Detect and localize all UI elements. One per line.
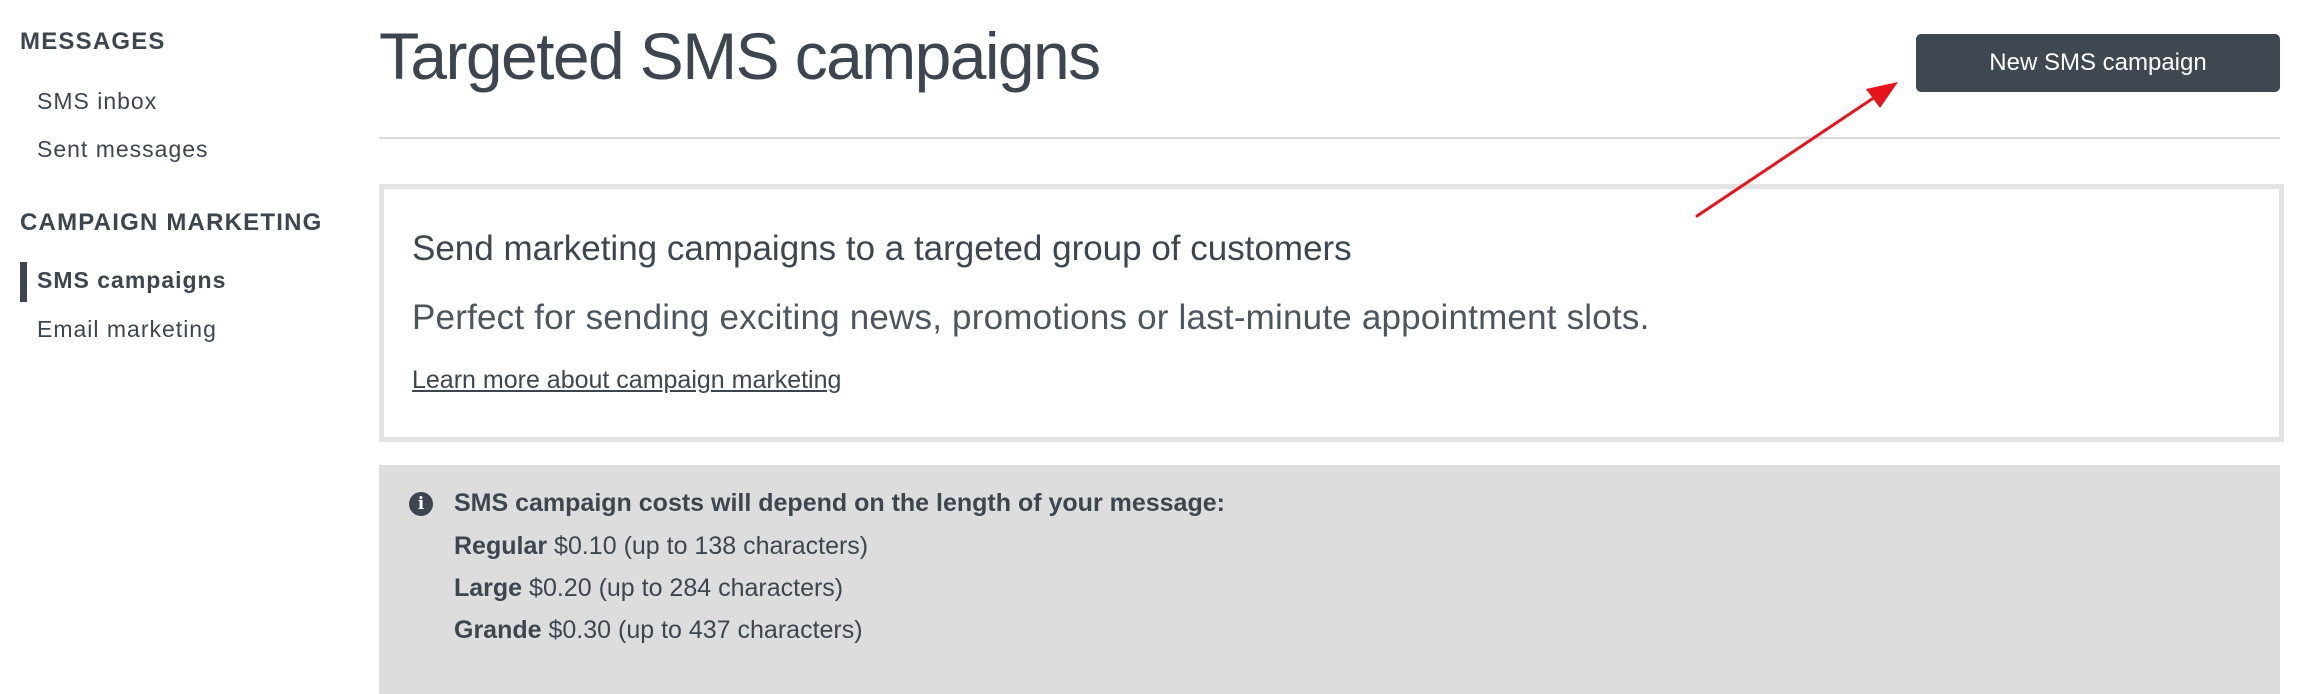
active-indicator — [20, 262, 27, 302]
tier-price: $0.30 — [548, 616, 612, 644]
pricing-tier-regular: Regular $0.10 (up to 138 characters) — [454, 532, 868, 561]
page-title: Targeted SMS campaigns — [379, 19, 1101, 93]
sidebar-heading-campaign-marketing: CAMPAIGN MARKETING — [20, 209, 323, 236]
tier-detail: (up to 437 characters) — [618, 616, 863, 644]
pricing-info-heading: SMS campaign costs will depend on the le… — [454, 489, 1225, 517]
header-divider — [379, 137, 2280, 139]
tier-detail: (up to 138 characters) — [623, 532, 869, 560]
sidebar-item-email-marketing[interactable]: Email marketing — [37, 316, 217, 343]
learn-more-link[interactable]: Learn more about campaign marketing — [412, 366, 841, 395]
tier-name: Grande — [454, 616, 542, 644]
sidebar-item-sms-campaigns[interactable]: SMS campaigns — [37, 267, 226, 294]
pricing-info-box: i SMS campaign costs will depend on the … — [379, 465, 2280, 694]
new-sms-campaign-button[interactable]: New SMS campaign — [1916, 34, 2280, 92]
sidebar-heading-messages: MESSAGES — [20, 28, 166, 55]
info-icon: i — [409, 492, 433, 516]
tier-name: Regular — [454, 532, 548, 560]
pricing-tier-grande: Grande $0.30 (up to 437 characters) — [454, 616, 863, 645]
tier-detail: (up to 284 characters) — [598, 574, 844, 602]
promo-text: Perfect for sending exciting news, promo… — [412, 298, 1650, 337]
pricing-tier-large: Large $0.20 (up to 284 characters) — [454, 574, 843, 603]
tier-price: $0.10 — [554, 532, 617, 560]
annotation-arrow-head — [1866, 82, 1898, 108]
promo-box: Send marketing campaigns to a targeted g… — [379, 184, 2284, 442]
page: MESSAGES SMS inbox Sent messages CAMPAIG… — [0, 0, 2304, 694]
tier-price: $0.20 — [529, 574, 592, 602]
sidebar-item-sent-messages[interactable]: Sent messages — [37, 136, 209, 163]
promo-title: Send marketing campaigns to a targeted g… — [412, 229, 1352, 268]
tier-name: Large — [454, 574, 523, 602]
sidebar-item-sms-inbox[interactable]: SMS inbox — [37, 88, 157, 115]
